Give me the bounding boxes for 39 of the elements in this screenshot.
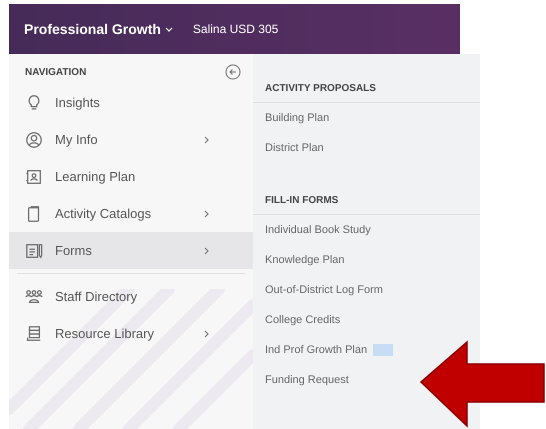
collapse-icon[interactable]	[225, 64, 241, 80]
chevron-icon	[204, 330, 209, 338]
nav-label: Forms	[55, 242, 93, 260]
submenu-link[interactable]: Ind Prof Growth Plan	[265, 342, 368, 358]
nav-label: Learning Plan	[55, 168, 136, 186]
chevron-icon	[164, 26, 173, 32]
chevron-icon	[204, 246, 209, 254]
submenu-link[interactable]: Building Plan	[265, 110, 330, 126]
highlight-mark	[373, 344, 394, 356]
submenu-link[interactable]: District Plan	[265, 140, 324, 156]
chevron-icon	[204, 136, 209, 144]
submenu-link[interactable]: College Credits	[265, 312, 340, 328]
chevron-icon	[204, 210, 209, 218]
nav-heading: NAVIGATION	[25, 66, 86, 80]
submenu-link[interactable]: Funding Request	[265, 372, 349, 388]
section-heading: ACTIVITY PROPOSALS	[253, 81, 480, 103]
nav-icon	[25, 288, 43, 306]
section-heading: FILL-IN FORMS	[253, 193, 480, 215]
nav-label: Staff Directory	[55, 288, 138, 306]
nav-label: Activity Catalogs	[55, 204, 152, 223]
nav-item[interactable]: Staff Directory	[9, 278, 253, 315]
nav-item[interactable]: Activity Catalogs	[9, 195, 253, 232]
submenu-link[interactable]: Knowledge Plan	[265, 252, 345, 268]
nav-icon	[25, 168, 43, 186]
nav-item[interactable]: Forms	[9, 232, 253, 269]
nav-item[interactable]: My Info	[9, 121, 253, 158]
nav-label: Insights	[55, 94, 101, 112]
nav-icon	[25, 242, 43, 260]
submenu-link[interactable]: Out-of-District Log Form	[265, 282, 383, 298]
nav-label: Resource Library	[55, 324, 155, 343]
nav-item[interactable]: Learning Plan	[9, 158, 253, 195]
nav-icon	[25, 324, 43, 342]
app-menu[interactable]: Professional Growth	[24, 18, 173, 40]
nav-label: My Info	[55, 130, 99, 149]
nav-icon	[25, 130, 43, 148]
submenu-link[interactable]: Individual Book Study	[265, 222, 371, 238]
district-name: Salina USD 305	[192, 21, 278, 38]
nav-item[interactable]: Resource Library	[9, 315, 253, 352]
nav-item[interactable]: Insights	[9, 84, 253, 121]
